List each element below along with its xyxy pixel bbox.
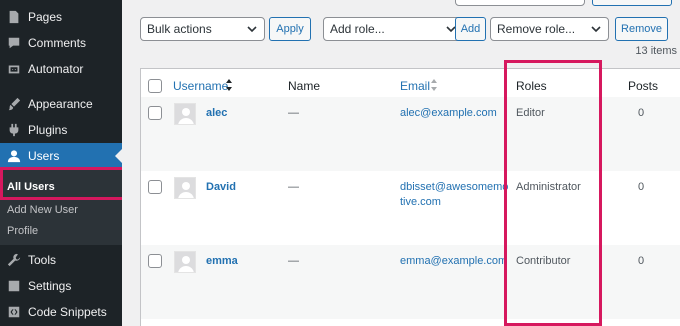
- bulk-actions-label: Bulk actions: [147, 22, 212, 36]
- username-link[interactable]: David: [206, 181, 236, 193]
- default-avatar-icon: [175, 104, 195, 124]
- sidebar-item-label: Comments: [28, 36, 87, 50]
- avatar: [174, 251, 196, 273]
- sort-icon: [431, 79, 437, 91]
- chevron-down-icon: [247, 26, 257, 33]
- plugins-icon: [5, 121, 23, 139]
- name-cell: —: [288, 107, 299, 119]
- sidebar-item-label: Automator: [28, 62, 84, 76]
- posts-cell[interactable]: 0: [638, 107, 644, 119]
- sidebar-item-label: Pages: [28, 10, 63, 24]
- appearance-icon: [5, 95, 23, 113]
- sidebar-item-label: Appearance: [28, 97, 93, 111]
- sidebar-item-label: Tools: [28, 253, 57, 267]
- row-checkbox[interactable]: [148, 180, 162, 194]
- email-link[interactable]: alec@example.com: [400, 106, 510, 121]
- admin-sidebar: Pages Comments Automator Appearance Plug…: [0, 0, 122, 326]
- sidebar-item-appearance[interactable]: Appearance: [0, 91, 122, 117]
- add-role-button[interactable]: Add: [455, 17, 486, 41]
- code-snippets-icon: [5, 303, 23, 321]
- add-role-select[interactable]: Add role...: [323, 17, 464, 41]
- pages-icon: [5, 8, 23, 26]
- roles-column-highlight: [504, 60, 602, 326]
- select-all-checkbox[interactable]: [148, 79, 162, 93]
- remove-role-label: Remove role...: [497, 22, 576, 36]
- sidebar-item-plugins[interactable]: Plugins: [0, 117, 122, 143]
- email-link[interactable]: emma@example.com: [400, 254, 510, 269]
- sidebar-item-label: Settings: [28, 279, 72, 293]
- sidebar-item-label: Plugins: [28, 123, 68, 137]
- name-cell: —: [288, 181, 299, 193]
- email-link[interactable]: dbisset@awesomemotive.com: [400, 180, 510, 210]
- sidebar-item-label: Code Snippets: [28, 305, 107, 319]
- tools-icon: [5, 251, 23, 269]
- apply-button[interactable]: Apply: [269, 17, 311, 41]
- sidebar-item-automator[interactable]: Automator: [0, 56, 122, 82]
- username-link[interactable]: alec: [206, 107, 227, 119]
- all-users-highlight: [0, 167, 127, 200]
- avatar: [174, 103, 196, 125]
- posts-column-header: Posts: [628, 79, 659, 93]
- items-count: 13 items: [635, 45, 677, 57]
- comments-icon: [5, 34, 23, 52]
- submenu-profile[interactable]: Profile: [7, 225, 38, 237]
- chevron-down-icon: [591, 26, 601, 33]
- sidebar-item-settings[interactable]: Settings: [0, 273, 122, 299]
- row-checkbox[interactable]: [148, 254, 162, 268]
- sidebar-item-users[interactable]: Users: [0, 143, 122, 169]
- row-checkbox[interactable]: [148, 106, 162, 120]
- remove-role-button[interactable]: Remove: [615, 17, 668, 41]
- remove-role-select[interactable]: Remove role...: [490, 17, 609, 41]
- sidebar-item-label: Users: [28, 149, 60, 163]
- sidebar-item-code-snippets[interactable]: Code Snippets: [0, 299, 122, 325]
- default-avatar-icon: [175, 252, 195, 272]
- search-input[interactable]: [455, 0, 585, 6]
- posts-cell[interactable]: 0: [638, 181, 644, 193]
- search-users-button[interactable]: [592, 0, 672, 6]
- sidebar-item-comments[interactable]: Comments: [0, 30, 122, 56]
- submenu-add-new-user[interactable]: Add New User: [7, 204, 78, 216]
- sidebar-item-tools[interactable]: Tools: [0, 247, 122, 273]
- sort-icon: [226, 79, 232, 91]
- name-cell: —: [288, 255, 299, 267]
- automator-icon: [5, 60, 23, 78]
- posts-cell[interactable]: 0: [638, 255, 644, 267]
- sidebar-item-pages[interactable]: Pages: [0, 4, 122, 30]
- main-content: Bulk actions Apply Add role... Add Remov…: [122, 0, 680, 326]
- username-column-header[interactable]: Username: [173, 79, 228, 93]
- email-column-header[interactable]: Email: [400, 79, 430, 93]
- settings-icon: [5, 277, 23, 295]
- add-role-label: Add role...: [330, 22, 385, 36]
- avatar: [174, 177, 196, 199]
- bulk-actions-select[interactable]: Bulk actions: [140, 17, 265, 41]
- username-link[interactable]: emma: [206, 255, 238, 267]
- users-icon: [5, 147, 23, 165]
- default-avatar-icon: [175, 178, 195, 198]
- name-column-header: Name: [288, 79, 321, 93]
